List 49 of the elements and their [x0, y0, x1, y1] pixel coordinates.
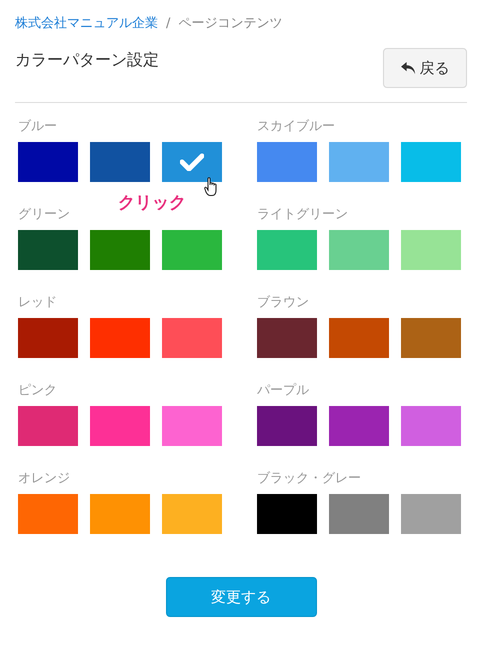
color-swatch[interactable] — [401, 406, 461, 446]
color-swatch[interactable] — [162, 142, 222, 182]
color-swatch[interactable] — [257, 142, 317, 182]
color-swatch[interactable] — [401, 142, 461, 182]
color-swatch[interactable] — [162, 494, 222, 534]
color-group-label: オレンジ — [18, 471, 71, 487]
color-swatch[interactable] — [162, 406, 222, 446]
color-swatch[interactable] — [257, 230, 317, 270]
color-swatch[interactable] — [162, 230, 222, 270]
color-swatch[interactable] — [257, 406, 317, 446]
breadcrumb-link[interactable]: 株式会社マニュアル企業 — [15, 14, 158, 32]
color-swatch[interactable] — [90, 406, 150, 446]
color-swatch[interactable] — [329, 494, 389, 534]
color-swatch[interactable] — [18, 318, 78, 358]
color-swatch[interactable] — [90, 230, 150, 270]
color-swatch[interactable] — [329, 406, 389, 446]
color-swatch[interactable] — [257, 318, 317, 358]
color-group-label: ピンク — [18, 383, 58, 399]
color-swatch[interactable] — [90, 142, 150, 182]
color-swatch[interactable] — [257, 494, 317, 534]
check-icon — [180, 153, 204, 171]
color-swatch[interactable] — [90, 318, 150, 358]
breadcrumb-separator: / — [166, 16, 170, 30]
color-swatch[interactable] — [329, 230, 389, 270]
color-swatch[interactable] — [18, 142, 78, 182]
back-arrow-icon — [400, 62, 416, 74]
color-swatch[interactable] — [401, 318, 461, 358]
color-swatch[interactable] — [329, 142, 389, 182]
color-swatch[interactable] — [401, 230, 461, 270]
color-swatch[interactable] — [329, 318, 389, 358]
color-swatch[interactable] — [18, 494, 78, 534]
color-group-label: ブラック・グレー — [257, 471, 362, 487]
submit-button[interactable]: 変更する — [166, 577, 316, 617]
color-group-label: パープル — [257, 383, 310, 399]
color-group-label: スカイブルー — [257, 119, 336, 135]
color-swatch[interactable] — [18, 230, 78, 270]
color-group-label: ブラウン — [257, 295, 310, 311]
color-group-label: ライトグリーン — [257, 207, 349, 223]
click-annotation: クリック — [118, 192, 186, 214]
color-swatch[interactable] — [90, 494, 150, 534]
breadcrumb-current: ページコンテンツ — [178, 15, 282, 32]
color-swatch[interactable] — [18, 406, 78, 446]
color-group-label: ブルー — [18, 119, 58, 135]
color-group-label: レッド — [18, 295, 58, 311]
color-swatch[interactable] — [401, 494, 461, 534]
color-group-label: グリーン — [18, 207, 71, 223]
page-title: カラーパターン設定 — [15, 50, 159, 71]
back-button[interactable]: 戻る — [383, 48, 467, 88]
color-swatch[interactable] — [162, 318, 222, 358]
